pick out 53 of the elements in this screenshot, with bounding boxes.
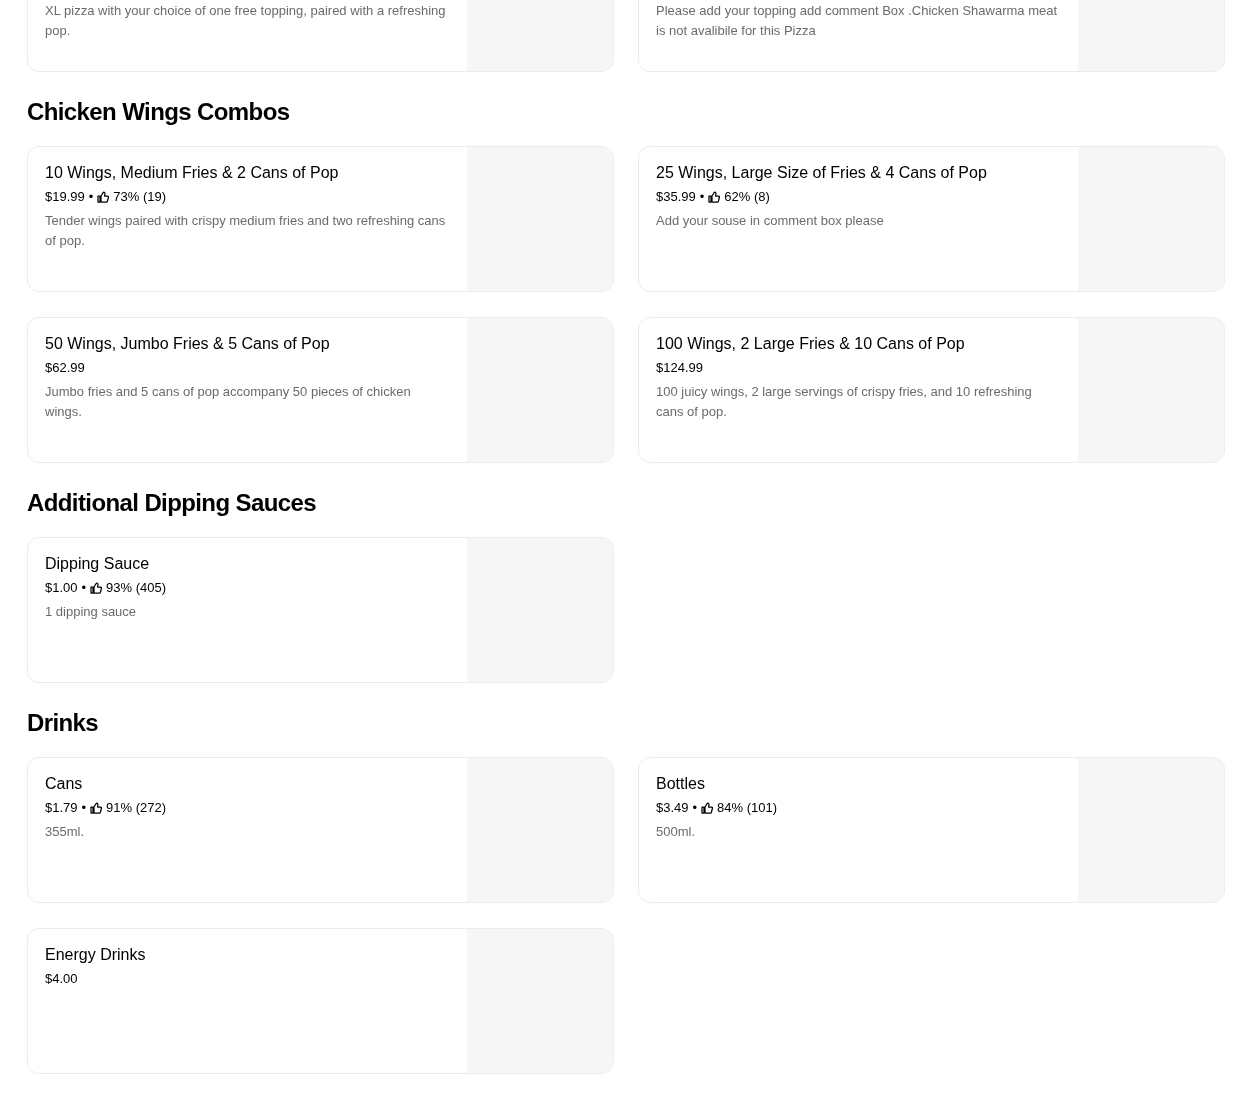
item-price: $1.00 <box>45 579 78 597</box>
menu-item-card[interactable]: Cans $1.79 • 91% (272) 355ml. <box>27 757 614 903</box>
item-name: 100 Wings, 2 Large Fries & 10 Cans of Pop <box>656 334 966 354</box>
menu-item-card[interactable]: 50 Wings, Jumbo Fries & 5 Cans of Pop $62.99 Jumbo fries and 5 cans of pop accompany 50 pieces of chicken wings. <box>27 317 614 463</box>
separator-dot: • <box>692 799 698 817</box>
separator-dot: • <box>699 188 705 206</box>
item-price: $4.00 <box>45 970 78 988</box>
item-name: Energy Drinks <box>45 945 147 965</box>
item-description: Please add your topping add comment Box .Chicken Shawarma meat is not avalibile for this Pizza <box>656 2 1059 40</box>
section-heading: Drinks <box>27 708 100 738</box>
item-name: 50 Wings, Jumbo Fries & 5 Cans of Pop <box>45 334 331 354</box>
menu-item-card[interactable]: Energy Drinks $4.00 <box>27 928 614 1074</box>
thumbs-up-icon <box>97 191 110 203</box>
item-name: 25 Wings, Large Size of Fries & 4 Cans of Pop <box>656 163 988 183</box>
thumbs-up-icon <box>701 802 714 814</box>
item-name: Bottles <box>656 774 706 794</box>
thumbs-up-icon <box>90 802 103 814</box>
item-name: 10 Wings, Medium Fries & 2 Cans of Pop <box>45 163 340 183</box>
item-price: $1.79 <box>45 799 78 817</box>
item-name: Cans <box>45 774 84 794</box>
section-heading: Chicken Wings Combos <box>27 97 291 127</box>
item-description: XL pizza with your choice of one free topping, paired with a refreshing pop. <box>45 2 447 40</box>
separator-dot: • <box>81 579 87 597</box>
menu-item-card[interactable]: XL pizza with your choice of one free topping, paired with a refreshing pop. <box>27 0 614 72</box>
separator-dot: • <box>88 188 94 206</box>
menu-item-card[interactable]: 10 Wings, Medium Fries & 2 Cans of Pop $19.99 • 73% (19) Tender wings paired with crispy medium fries and two refreshing cans of pop. <box>27 146 614 292</box>
thumbs-up-icon <box>708 191 721 203</box>
item-name: Dipping Sauce <box>45 554 151 574</box>
item-rating: 91% (272) <box>106 799 167 817</box>
menu-item-card[interactable]: Please add your topping add comment Box .Chicken Shawarma meat is not avalibile for this Pizza <box>638 0 1225 72</box>
item-description: 1 dipping sauce <box>45 603 138 621</box>
item-description: Jumbo fries and 5 cans of pop accompany 50 pieces of chicken wings. <box>45 383 412 421</box>
item-price: $124.99 <box>656 359 703 377</box>
separator-dot: • <box>81 799 87 817</box>
item-description: Tender wings paired with crispy medium fries and two refreshing cans of pop. <box>45 212 447 250</box>
item-price: $35.99 <box>656 188 696 206</box>
menu-item-card[interactable]: 25 Wings, Large Size of Fries & 4 Cans of Pop $35.99 • 62% (8) Add your souse in comment box please <box>638 146 1225 292</box>
section-heading: Additional Dipping Sauces <box>27 488 318 518</box>
item-rating: 62% (8) <box>724 188 770 206</box>
item-price: $3.49 <box>656 799 689 817</box>
item-description: Add your souse in comment box please <box>656 212 885 230</box>
thumbs-up-icon <box>90 582 103 594</box>
item-price: $62.99 <box>45 359 85 377</box>
item-rating: 84% (101) <box>717 799 778 817</box>
item-rating: 93% (405) <box>106 579 167 597</box>
menu-item-card[interactable]: Dipping Sauce $1.00 • 93% (405) 1 dipping sauce <box>27 537 614 683</box>
item-rating: 73% (19) <box>113 188 167 206</box>
item-description: 500ml. <box>656 823 697 841</box>
item-price: $19.99 <box>45 188 85 206</box>
menu-item-card[interactable]: 100 Wings, 2 Large Fries & 10 Cans of Pop $124.99 100 juicy wings, 2 large servings of crispy fries, and 10 refreshing cans of pop. <box>638 317 1225 463</box>
item-description: 355ml. <box>45 823 86 841</box>
item-description: 100 juicy wings, 2 large servings of crispy fries, and 10 refreshing cans of pop. <box>656 383 1033 421</box>
menu-item-card[interactable]: Bottles $3.49 • 84% (101) 500ml. <box>638 757 1225 903</box>
